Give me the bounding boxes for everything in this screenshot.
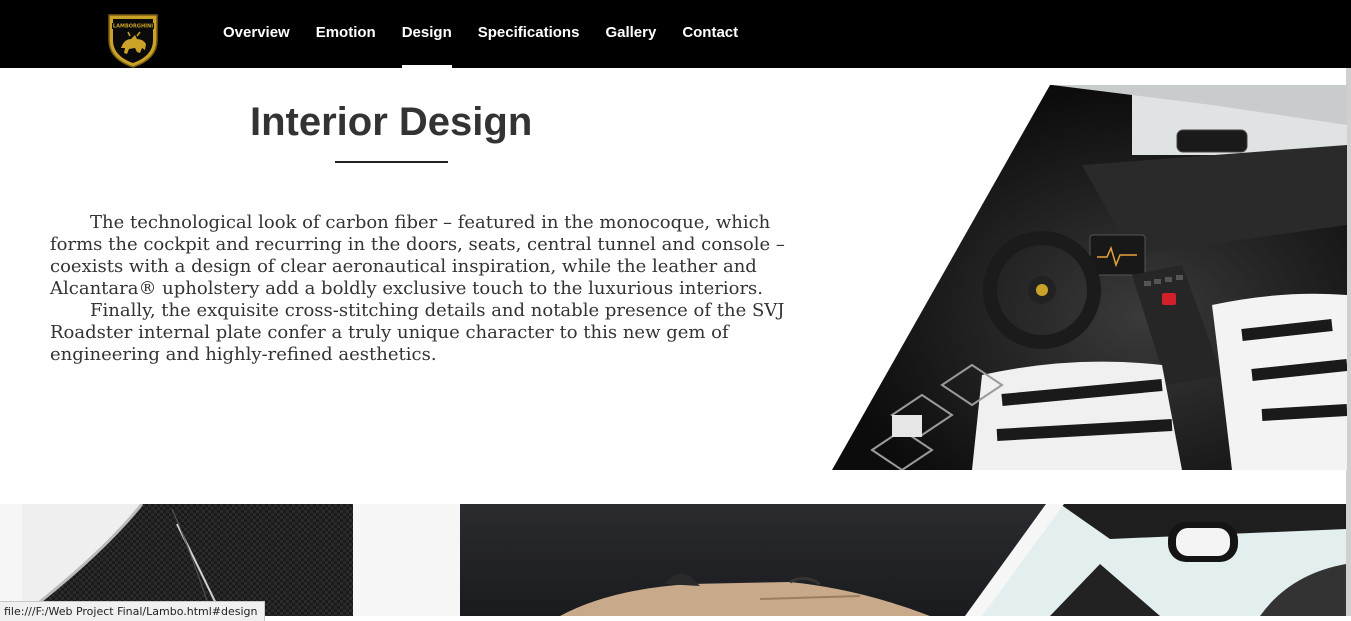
nav-item-design[interactable]: Design xyxy=(389,0,465,68)
svj-roadster-gallery-image xyxy=(460,504,1346,616)
section-body: The technological look of carbon fiber –… xyxy=(50,212,810,366)
nav-item-specifications[interactable]: Specifications xyxy=(465,0,593,68)
paragraph-stitching: Finally, the exquisite cross-stitching d… xyxy=(50,300,785,365)
interior-cockpit-image xyxy=(832,85,1347,470)
nav-menu: Overview Emotion Design Specifications G… xyxy=(210,0,751,68)
lamborghini-logo[interactable]: LAMBORGHINI xyxy=(104,12,162,68)
carbon-fiber-detail-image xyxy=(21,503,353,618)
svg-text:LAMBORGHINI: LAMBORGHINI xyxy=(113,24,153,30)
browser-status-url: file:///F:/Web Project Final/Lambo.html#… xyxy=(0,601,265,621)
top-navbar: LAMBORGHINI Overview Emotion Design Spec… xyxy=(0,0,1351,68)
nav-item-overview[interactable]: Overview xyxy=(210,0,303,68)
nav-item-contact[interactable]: Contact xyxy=(669,0,751,68)
title-underline xyxy=(335,161,448,163)
paragraph-carbon-fiber: The technological look of carbon fiber –… xyxy=(50,212,785,299)
section-title: Interior Design xyxy=(250,100,533,144)
nav-item-gallery[interactable]: Gallery xyxy=(592,0,669,68)
nav-item-emotion[interactable]: Emotion xyxy=(303,0,389,68)
